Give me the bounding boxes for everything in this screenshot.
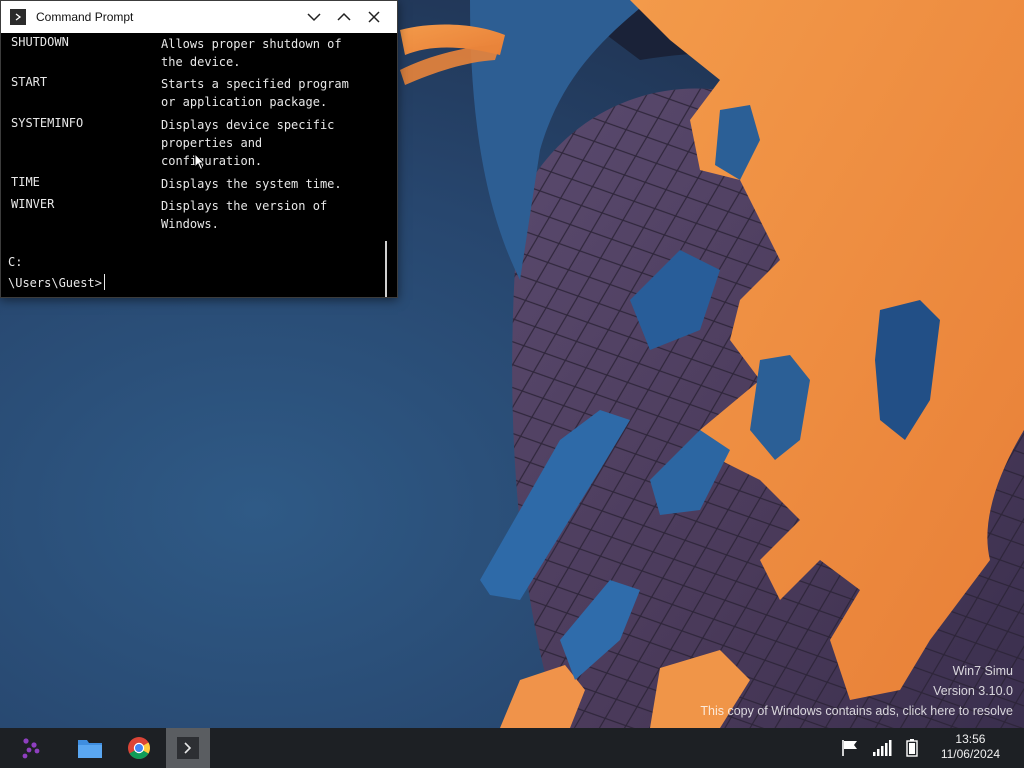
minimize-button[interactable] [299, 2, 329, 32]
watermark-version: Version 3.10.0 [933, 684, 1013, 698]
help-command: START [11, 75, 48, 89]
help-description: Displays the version of Windows. [161, 199, 328, 231]
activation-watermark[interactable]: Win7 Simu Version 3.10.0 This copy of Wi… [700, 661, 1013, 721]
chevron-up-icon [337, 12, 351, 21]
command-prompt-icon [177, 737, 199, 759]
taskbar: 13:56 11/06/2024 [0, 728, 1024, 768]
watermark-product: Win7 Simu [952, 664, 1013, 678]
command-prompt-window[interactable]: Command Prompt SHUTDOWN Allows proper sh… [0, 0, 398, 298]
help-command: SYSTEMINFO [11, 116, 84, 130]
battery-icon [906, 739, 918, 757]
text-caret [103, 274, 105, 290]
chrome-icon [128, 737, 150, 759]
tray-battery[interactable] [902, 728, 922, 768]
help-command: SHUTDOWN [11, 35, 69, 49]
help-description: Allows proper shutdown of the device. [161, 37, 342, 69]
start-menu-icon [22, 738, 40, 759]
taskbar-clock[interactable]: 13:56 11/06/2024 [941, 732, 1000, 762]
signal-icon [873, 740, 892, 756]
help-description: Starts a specified program or applicatio… [161, 77, 349, 109]
maximize-button[interactable] [329, 2, 359, 32]
window-title: Command Prompt [36, 10, 134, 24]
command-prompt-icon [10, 9, 26, 25]
close-button[interactable] [359, 2, 389, 32]
taskbar-file-explorer[interactable] [68, 728, 112, 768]
file-explorer-icon [78, 740, 102, 758]
prompt-line[interactable]: \Users\Guest> [8, 274, 105, 290]
tray-network[interactable] [870, 728, 894, 768]
watermark-ads-notice[interactable]: This copy of Windows contains ads, click… [700, 701, 1013, 721]
clock-date: 11/06/2024 [940, 747, 1000, 761]
close-icon [368, 11, 380, 23]
help-command: TIME [11, 175, 40, 189]
chevron-down-icon [307, 13, 321, 22]
prompt-path: \Users\Guest> [8, 276, 102, 290]
tray-action-center[interactable] [838, 728, 862, 768]
taskbar-chrome[interactable] [117, 728, 161, 768]
window-titlebar[interactable]: Command Prompt [1, 1, 397, 33]
help-description: Displays the system time. [161, 177, 342, 191]
taskbar-command-prompt[interactable] [166, 728, 210, 768]
scrollbar-thumb[interactable] [385, 241, 387, 297]
flag-icon [842, 740, 857, 756]
start-button[interactable] [9, 728, 53, 768]
mouse-pointer-icon [194, 153, 206, 171]
help-command: WINVER [11, 197, 55, 211]
prompt-drive: C: [8, 255, 23, 269]
clock-time: 13:56 [955, 732, 986, 746]
